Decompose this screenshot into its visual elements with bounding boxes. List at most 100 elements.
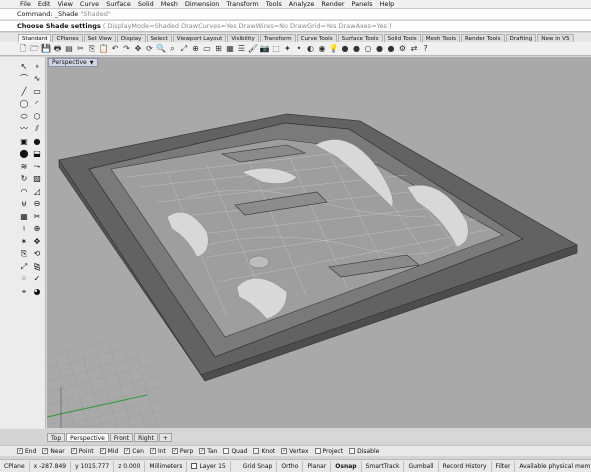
filter-button[interactable]: Filter [492, 460, 516, 472]
rendered-sphere-icon[interactable]: ● [352, 44, 362, 54]
grid-snap-button[interactable]: Grid Snap [239, 460, 278, 472]
tab-visibility[interactable]: Visibility [227, 34, 259, 42]
mirror-icon[interactable]: ⧎ [31, 261, 43, 272]
dark-sphere-icon[interactable]: ● [386, 44, 396, 54]
tab-surface-tools[interactable]: Surface Tools [337, 34, 383, 42]
arc-icon[interactable]: ◜ [31, 99, 43, 110]
units-pane[interactable]: Millimeters [145, 460, 188, 472]
menu-curve[interactable]: Curve [80, 0, 99, 8]
box-icon[interactable]: ▣ [18, 136, 30, 147]
viewport-icon[interactable]: ▭ [202, 44, 212, 54]
ortho-button[interactable]: Ortho [277, 460, 304, 472]
revolve-icon[interactable]: ↻ [18, 174, 30, 185]
zoom-window-icon[interactable]: ⌕ [168, 44, 178, 54]
tab-new-in-v5[interactable]: New in V5 [537, 34, 574, 42]
add-view-tab-icon[interactable]: + [158, 432, 172, 442]
view-tab-perspective[interactable]: Perspective [66, 432, 109, 442]
color-sphere-icon[interactable]: ● [375, 44, 385, 54]
analyze-icon[interactable]: ⌖ [18, 286, 30, 297]
menu-help[interactable]: Help [379, 0, 394, 8]
settings-icon[interactable]: ⚙ [398, 44, 408, 54]
sphere-icon[interactable]: ● [31, 136, 43, 147]
tab-set-view[interactable]: Set View [83, 34, 116, 42]
undo-icon[interactable]: ↶ [110, 44, 120, 54]
zoom-icon[interactable]: 🔍 [156, 44, 166, 54]
osnap-int[interactable]: ✓ Int [149, 448, 166, 455]
mesh-icon[interactable]: ▦ [18, 211, 30, 222]
menu-panels[interactable]: Panels [352, 0, 373, 8]
rotate-icon[interactable]: ⟳ [145, 44, 155, 54]
tab-transform[interactable]: Transform [259, 34, 296, 42]
zoom-extents-icon[interactable]: ⤢ [179, 44, 189, 54]
new-icon[interactable]: 🗋 [18, 44, 28, 54]
ghosted-sphere-icon[interactable]: ○ [363, 44, 373, 54]
select-arrow-icon[interactable]: ↖ [18, 61, 30, 72]
curve-icon[interactable]: ∿ [31, 74, 43, 85]
osnap-perp[interactable]: ✓ Perp [171, 448, 193, 455]
menu-surface[interactable]: Surface [106, 0, 131, 8]
tab-standard[interactable]: Standard [18, 34, 52, 42]
viewport-menu-arrow-icon[interactable]: ▼ [90, 60, 94, 66]
osnap-checkbox[interactable] [349, 448, 356, 454]
shaded-sphere-icon[interactable]: ● [340, 44, 350, 54]
sweep-icon[interactable]: ⤳ [31, 161, 43, 172]
four-views-icon[interactable]: ⊞ [214, 44, 224, 54]
cut-icon[interactable]: ✂ [76, 44, 86, 54]
patch-icon[interactable]: ▨ [31, 174, 43, 185]
menu-dimension[interactable]: Dimension [185, 0, 220, 8]
viewport-label[interactable]: Perspective ▼ [48, 58, 98, 67]
check-icon[interactable]: ✓ [31, 274, 43, 285]
gumball-button[interactable]: Gumball [404, 460, 439, 472]
tab-cplanes[interactable]: CPlanes [52, 34, 83, 42]
chamfer-icon[interactable]: ◿ [31, 186, 43, 197]
paste-icon[interactable]: 📋 [99, 44, 109, 54]
view-tab-right[interactable]: Right [134, 432, 158, 442]
polyline-icon[interactable]: ⌒ [18, 74, 30, 85]
view-tab-front[interactable]: Front [109, 432, 134, 442]
planar-button[interactable]: Planar [303, 460, 332, 472]
properties-icon[interactable]: ▤ [64, 44, 74, 54]
tab-mesh-tools[interactable]: Mesh Tools [421, 34, 461, 42]
menu-solid[interactable]: Solid [138, 0, 154, 8]
trim-icon[interactable]: ✂ [31, 211, 43, 222]
tab-viewport-layout[interactable]: Viewport Layout [172, 34, 227, 42]
osnap-end[interactable]: ✓ End [17, 448, 36, 455]
menu-edit[interactable]: Edit [38, 0, 51, 8]
tab-curve-tools[interactable]: Curve Tools [296, 34, 337, 42]
extrude-icon[interactable]: ⬓ [31, 149, 43, 160]
ellipse-icon[interactable]: ⬭ [18, 111, 30, 122]
circle-icon[interactable]: ◯ [18, 99, 30, 110]
toggle-icon[interactable]: ⇄ [409, 44, 419, 54]
menu-render[interactable]: Render [321, 0, 344, 8]
tab-drafting[interactable]: Drafting [505, 34, 537, 42]
line-icon[interactable]: ╱ [18, 86, 30, 97]
save-icon[interactable]: 💾 [41, 44, 51, 54]
render-icon[interactable]: ◉ [317, 44, 327, 54]
explode-icon[interactable]: ✴ [18, 236, 30, 247]
osnap-vertex[interactable]: ✓ Vertex [281, 448, 309, 455]
pan-icon[interactable]: ✥ [133, 44, 143, 54]
cylinder-icon[interactable]: ⬤ [18, 149, 30, 160]
osnap-checkbox[interactable]: ✓ [171, 448, 178, 454]
layer-pane[interactable]: Layer 15 [187, 460, 231, 472]
redo-icon[interactable]: ↷ [122, 44, 132, 54]
menu-tools[interactable]: Tools [266, 0, 282, 8]
tab-select[interactable]: Select [146, 34, 172, 42]
grid-icon[interactable]: ▦ [225, 44, 235, 54]
open-icon[interactable]: 🗁 [30, 44, 40, 54]
print-icon[interactable]: 🖶 [53, 44, 63, 54]
render-icon[interactable]: ◕ [31, 286, 43, 297]
osnap-cen[interactable]: ✓ Cen [124, 448, 144, 455]
osnap-checkbox[interactable]: ✓ [70, 448, 77, 454]
rectangle-icon[interactable]: ▭ [31, 86, 43, 97]
bulb-icon[interactable]: 💡 [329, 44, 339, 54]
copy-icon[interactable]: ⎘ [18, 249, 30, 260]
smarttrack-button[interactable]: SmartTrack [362, 460, 405, 472]
tab-render-tools[interactable]: Render Tools [461, 34, 505, 42]
osnap-button[interactable]: Osnap [331, 460, 362, 472]
help-icon[interactable]: ? [421, 44, 431, 54]
osnap-checkbox[interactable]: ✓ [17, 448, 23, 454]
osnap-disable[interactable]: Disable [349, 448, 379, 455]
osnap-tan[interactable]: ✓ Tan [199, 448, 217, 455]
camera-icon[interactable]: 📷 [260, 44, 270, 54]
